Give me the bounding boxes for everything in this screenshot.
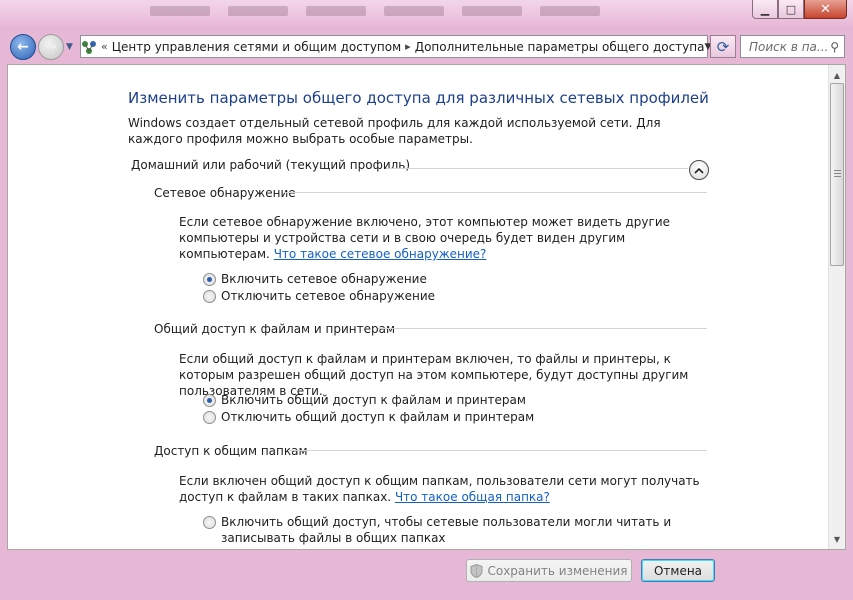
public-folder-help-link[interactable]: Что такое общая папка? xyxy=(395,490,550,504)
radio-label: Отключить общий доступ к файлам и принте… xyxy=(221,410,535,424)
recent-pages-chevron-icon[interactable]: ▼ xyxy=(66,42,73,52)
search-placeholder: Поиск в па... xyxy=(749,39,829,54)
radio-disable-discovery[interactable]: Отключить сетевое обнаружение xyxy=(203,288,435,304)
network-center-icon xyxy=(81,40,97,54)
radio-enable-public-folders[interactable]: Включить общий доступ, чтобы сетевые пол… xyxy=(203,514,703,546)
breadcrumb-advanced-sharing[interactable]: Дополнительные параметры общего доступа xyxy=(415,40,705,54)
breadcrumb-network-center[interactable]: Центр управления сетями и общим доступом xyxy=(112,40,401,54)
section-network-discovery-text: Если сетевое обнаружение включено, этот … xyxy=(179,214,719,262)
title-bar: ▁ □ ✕ xyxy=(0,0,853,30)
section-divider xyxy=(284,192,707,193)
cancel-button[interactable]: Отмена xyxy=(641,559,715,582)
radio-button[interactable] xyxy=(203,411,216,424)
page-title: Изменить параметры общего доступа для ра… xyxy=(128,89,709,107)
radio-label: Включить общий доступ, чтобы сетевые пол… xyxy=(221,515,672,545)
radio-label: Включить сетевое обнаружение xyxy=(221,272,427,286)
refresh-button[interactable]: ⟳ xyxy=(710,35,736,58)
radio-label: Отключить сетевое обнаружение xyxy=(221,289,436,303)
back-button[interactable]: ← xyxy=(10,34,36,60)
uac-shield-icon xyxy=(470,563,483,578)
section-divider xyxy=(288,450,707,451)
section-divider xyxy=(378,328,707,329)
section-public-folders-title: Доступ к общим папкам xyxy=(154,444,308,458)
dialog-button-bar: Сохранить изменения Отмена xyxy=(0,550,853,600)
grip-icon xyxy=(834,170,841,177)
profile-divider xyxy=(386,168,688,169)
caption-buttons: ▁ □ ✕ xyxy=(752,0,847,19)
scroll-down-icon[interactable]: ▼ xyxy=(829,531,845,547)
breadcrumb-overflow-icon[interactable]: « xyxy=(97,40,112,53)
content-pane: Изменить параметры общего доступа для ра… xyxy=(7,64,846,550)
radio-enable-discovery[interactable]: Включить сетевое обнаружение xyxy=(203,271,427,287)
close-button[interactable]: ✕ xyxy=(804,0,847,19)
minimize-button[interactable]: ▁ xyxy=(752,0,778,19)
network-discovery-help-link[interactable]: Что такое сетевое обнаружение? xyxy=(274,247,487,261)
navigation-bar: ← → ▼ « Центр управления сетями и общим … xyxy=(0,30,853,63)
save-changes-label: Сохранить изменения xyxy=(487,563,628,578)
scroll-up-icon[interactable]: ▲ xyxy=(829,67,845,83)
vertical-scrollbar[interactable]: ▲ ▼ xyxy=(828,65,845,549)
radio-button-selected[interactable] xyxy=(203,394,216,407)
search-icon[interactable]: ⚲ xyxy=(830,40,839,54)
background-taskbar-blur xyxy=(150,2,743,20)
radio-enable-file-sharing[interactable]: Включить общий доступ к файлам и принтер… xyxy=(203,392,526,408)
profile-header: Домашний или рабочий (текущий профиль) xyxy=(131,158,411,172)
radio-button[interactable] xyxy=(203,516,216,529)
scrollbar-thumb[interactable] xyxy=(830,83,844,266)
radio-button[interactable] xyxy=(203,290,216,303)
address-bar[interactable]: « Центр управления сетями и общим доступ… xyxy=(80,35,711,58)
save-changes-button[interactable]: Сохранить изменения xyxy=(466,559,632,582)
search-input[interactable]: Поиск в па... ⚲ xyxy=(740,35,845,58)
radio-disable-file-sharing[interactable]: Отключить общий доступ к файлам и принте… xyxy=(203,409,534,425)
forward-button[interactable]: → xyxy=(38,34,64,60)
breadcrumb-arrow-icon[interactable]: ▸ xyxy=(401,40,415,53)
intro-text: Windows создает отдельный сетевой профил… xyxy=(128,116,661,146)
radio-button-selected[interactable] xyxy=(203,273,216,286)
maximize-button[interactable]: □ xyxy=(778,0,804,19)
section-file-printer-sharing-title: Общий доступ к файлам и принтерам xyxy=(154,322,396,336)
section-public-folders-text: Если включен общий доступ к общим папкам… xyxy=(179,473,719,505)
chevron-up-icon xyxy=(694,167,704,174)
section-network-discovery-title: Сетевое обнаружение xyxy=(154,186,296,200)
collapse-profile-button[interactable] xyxy=(689,160,709,180)
radio-label: Включить общий доступ к файлам и принтер… xyxy=(221,393,526,407)
